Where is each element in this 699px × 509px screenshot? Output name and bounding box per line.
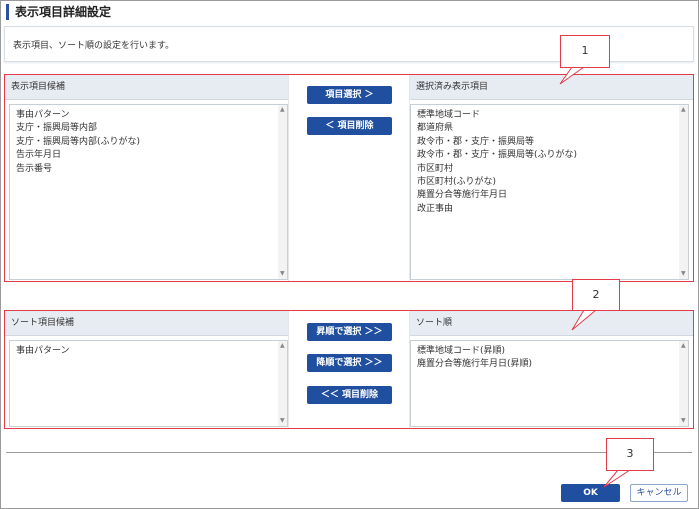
scrollbar[interactable]: ▲ ▼ bbox=[278, 341, 287, 426]
list-item[interactable]: 告示年月日 bbox=[16, 149, 281, 162]
scrollbar[interactable]: ▲ ▼ bbox=[679, 341, 688, 426]
scroll-up-icon[interactable]: ▲ bbox=[681, 107, 686, 113]
display-candidates-list[interactable]: 事由パターン 支庁・振興局等内部 支庁・振興局等内部(ふりがな) 告示年月日 告… bbox=[9, 104, 288, 280]
scroll-up-icon[interactable]: ▲ bbox=[681, 343, 686, 349]
cancel-button[interactable]: キャンセル bbox=[630, 484, 688, 502]
footer-divider bbox=[6, 452, 692, 453]
callout-2: 2 bbox=[572, 279, 620, 311]
list-item[interactable]: 政令市・郡・支庁・振興局等 bbox=[417, 136, 682, 149]
sort-candidates-list[interactable]: 事由パターン ▲ ▼ bbox=[9, 340, 288, 427]
selected-items-header: 選択済み表示項目 bbox=[410, 75, 693, 100]
callout-1: 1 bbox=[560, 35, 610, 68]
scrollbar[interactable]: ▲ ▼ bbox=[679, 105, 688, 279]
callout-3: 3 bbox=[606, 438, 654, 471]
list-item[interactable]: 支庁・振興局等内部(ふりがな) bbox=[16, 136, 281, 149]
list-item[interactable]: 政令市・郡・支庁・振興局等(ふりがな) bbox=[417, 149, 682, 162]
list-item[interactable]: 廃置分合等施行年月日 bbox=[417, 189, 682, 202]
selected-items-list[interactable]: 標準地域コード 都道府県 政令市・郡・支庁・振興局等 政令市・郡・支庁・振興局等… bbox=[410, 104, 689, 280]
list-item[interactable]: 市区町村 bbox=[417, 163, 682, 176]
list-item[interactable]: 標準地域コード bbox=[417, 109, 682, 122]
callout-3-number: 3 bbox=[626, 447, 634, 460]
select-ascending-button[interactable]: 昇順で選択 ＞＞ bbox=[307, 323, 392, 341]
sort-button-column: 昇順で選択 ＞＞ 降順で選択 ＞＞ ＜＜ 項目削除 bbox=[288, 311, 410, 428]
sort-order-list[interactable]: 標準地域コード(昇順) 廃置分合等施行年月日(昇順) ▲ ▼ bbox=[410, 340, 689, 427]
sort-order-header: ソート順 bbox=[410, 311, 693, 336]
scroll-down-icon[interactable]: ▼ bbox=[681, 418, 686, 424]
callout-1-number: 1 bbox=[581, 44, 589, 57]
scroll-down-icon[interactable]: ▼ bbox=[681, 271, 686, 277]
list-item[interactable]: 改正事由 bbox=[417, 203, 682, 216]
display-candidates-header: 表示項目候補 bbox=[5, 75, 288, 100]
callout-2-number: 2 bbox=[592, 288, 600, 301]
page-title: 表示項目詳細設定 bbox=[6, 4, 111, 20]
select-item-button[interactable]: 項目選択 ＞ bbox=[307, 86, 392, 104]
list-item[interactable]: 支庁・振興局等内部 bbox=[16, 122, 281, 135]
list-item[interactable]: 事由パターン bbox=[16, 109, 281, 122]
scroll-down-icon[interactable]: ▼ bbox=[280, 418, 285, 424]
scrollbar[interactable]: ▲ ▼ bbox=[278, 105, 287, 279]
sort-candidates-header: ソート項目候補 bbox=[5, 311, 288, 336]
display-items-section: 表示項目候補 事由パターン 支庁・振興局等内部 支庁・振興局等内部(ふりがな) … bbox=[4, 74, 694, 282]
remove-sort-item-button[interactable]: ＜＜ 項目削除 bbox=[307, 386, 392, 404]
list-item[interactable]: 告示番号 bbox=[16, 163, 281, 176]
list-item[interactable]: 市区町村(ふりがな) bbox=[417, 176, 682, 189]
ok-button[interactable]: OK bbox=[561, 484, 620, 502]
remove-item-button[interactable]: ＜ 項目削除 bbox=[307, 117, 392, 135]
list-item[interactable]: 都道府県 bbox=[417, 122, 682, 135]
list-item[interactable]: 事由パターン bbox=[16, 345, 281, 358]
list-item[interactable]: 標準地域コード(昇順) bbox=[417, 345, 682, 358]
scroll-up-icon[interactable]: ▲ bbox=[280, 343, 285, 349]
list-item[interactable]: 廃置分合等施行年月日(昇順) bbox=[417, 358, 682, 371]
scroll-up-icon[interactable]: ▲ bbox=[280, 107, 285, 113]
display-button-column: 項目選択 ＞ ＜ 項目削除 bbox=[288, 75, 410, 281]
sort-section: ソート項目候補 事由パターン ▲ ▼ 昇順で選択 ＞＞ 降順で選択 ＞＞ ＜＜ … bbox=[4, 310, 694, 429]
description-text: 表示項目、ソート順の設定を行います。 bbox=[13, 41, 175, 51]
select-descending-button[interactable]: 降順で選択 ＞＞ bbox=[307, 354, 392, 372]
scroll-down-icon[interactable]: ▼ bbox=[280, 271, 285, 277]
